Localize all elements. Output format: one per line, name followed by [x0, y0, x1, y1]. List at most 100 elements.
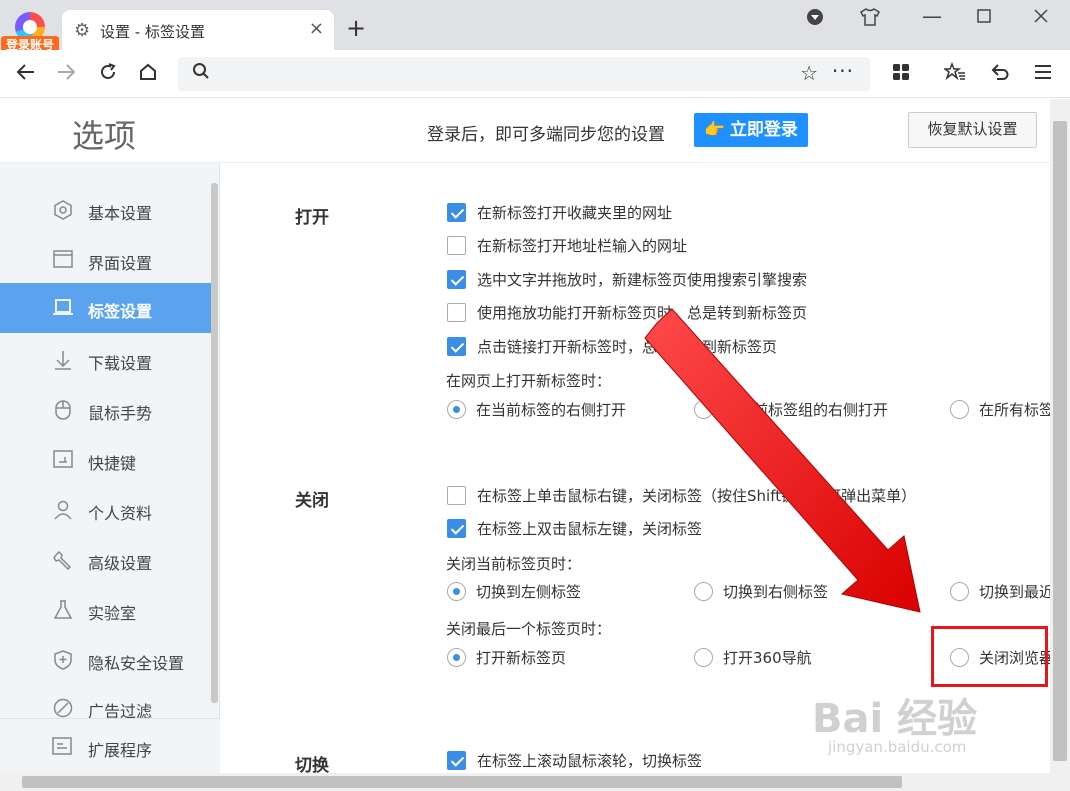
window-close-icon[interactable]: [1033, 8, 1049, 28]
menu-hamburger-icon[interactable]: [1034, 62, 1052, 86]
login-now-button[interactable]: 👉 立即登录: [694, 113, 808, 147]
person-icon: [52, 500, 74, 522]
sidebar-item-label: 快捷键: [88, 454, 137, 473]
more-dots-icon[interactable]: ···: [832, 59, 854, 83]
search-icon: [192, 62, 210, 85]
radio[interactable]: [950, 400, 969, 419]
radio[interactable]: [447, 648, 466, 667]
checkbox[interactable]: [447, 203, 466, 222]
extension-icon: [52, 737, 72, 760]
checkbox-label: 选中文字并拖放时，新建标签页使用搜索引擎搜索: [477, 271, 808, 289]
page-vertical-scrollbar[interactable]: [1050, 99, 1070, 773]
checkbox[interactable]: [447, 236, 466, 255]
checkbox[interactable]: [447, 337, 466, 356]
home-icon[interactable]: [138, 62, 158, 87]
sidebar-item-label: 扩展程序: [88, 741, 153, 760]
checkbox[interactable]: [447, 270, 466, 289]
address-bar[interactable]: ☆ ···: [178, 57, 870, 91]
radio-label: 切换到右侧标签: [723, 583, 829, 601]
sidebar-item-label: 下载设置: [88, 354, 153, 373]
checkbox[interactable]: [447, 486, 466, 505]
refresh-icon[interactable]: [98, 62, 118, 87]
sidebar-item-advanced[interactable]: 高级设置: [0, 535, 212, 585]
radio-label: 在当前标签组的右侧打开: [723, 401, 889, 419]
checkbox-label: 使用拖放功能打开新标签页时，总是转到新标签页: [477, 304, 808, 322]
title-bar: 登录账号 ⚙ 设置 - 标签设置 × + —: [0, 0, 1070, 54]
tab-title: 设置 - 标签设置: [100, 23, 205, 41]
hexagon-gear-icon: [52, 200, 74, 222]
section-title-close: 关闭: [295, 491, 329, 511]
close-last-tab-label: 关闭最后一个标签页时：: [446, 620, 612, 638]
sidebar-item-label: 个人资料: [88, 504, 153, 523]
window-icon: [52, 250, 74, 272]
page-title: 选项: [72, 117, 137, 155]
forward-arrow-icon[interactable]: [56, 62, 76, 87]
favorites-list-icon[interactable]: [942, 61, 966, 87]
radio-label: 切换到左侧标签: [476, 583, 582, 601]
page-horizontal-scrollbar[interactable]: [0, 773, 1070, 791]
sidebar-item-privacy[interactable]: 隐私安全设置: [0, 635, 212, 685]
sidebar-item-basic[interactable]: 基本设置: [0, 185, 212, 235]
bookmark-star-icon[interactable]: ☆: [800, 61, 818, 85]
close-current-tab-label: 关闭当前标签页时：: [446, 555, 582, 573]
sidebar-item-label: 隐私安全设置: [88, 654, 185, 673]
sidebar-scrollbar[interactable]: [211, 183, 218, 703]
settings-sidebar: 基本设置 界面设置 标签设置 下载设置 鼠标手势 快捷键 个人资料 高级设置 实…: [0, 163, 220, 773]
sidebar-item-tabs[interactable]: 标签设置: [0, 283, 212, 333]
wrench-icon: [52, 550, 74, 572]
sidebar-item-label: 实验室: [88, 604, 137, 623]
sidebar-item-label: 基本设置: [88, 204, 153, 223]
checkbox-label: 在新标签打开地址栏输入的网址: [477, 237, 688, 255]
checkbox[interactable]: [447, 519, 466, 538]
sidebar-item-mouse-gesture[interactable]: 鼠标手势: [0, 385, 212, 435]
back-arrow-icon[interactable]: [16, 62, 36, 87]
mouse-icon: [52, 400, 74, 422]
radio-label: 打开360导航: [723, 649, 812, 667]
maximize-icon[interactable]: [977, 8, 991, 27]
radio[interactable]: [694, 582, 713, 601]
reset-defaults-button[interactable]: 恢复默认设置: [908, 112, 1037, 148]
keyboard-icon: [52, 450, 74, 472]
sidebar-item-interface[interactable]: 界面设置: [0, 235, 212, 285]
sidebar-item-lab[interactable]: 实验室: [0, 585, 212, 635]
checkbox-label: 在标签上滚动鼠标滚轮，切换标签: [477, 752, 703, 770]
skin-shirt-icon[interactable]: [860, 8, 880, 30]
new-tab-position-label: 在网页上打开新标签时：: [446, 372, 612, 390]
sidebar-item-label: 界面设置: [88, 254, 153, 273]
flask-icon: [52, 600, 74, 622]
tab-settings-content: 打开 在新标签打开收藏夹里的网址 在新标签打开地址栏输入的网址 选中文字并拖放时…: [221, 163, 1050, 773]
section-title-switch: 切换: [295, 756, 329, 773]
dropdown-circle-icon[interactable]: [806, 8, 824, 30]
radio[interactable]: [694, 400, 713, 419]
new-tab-button[interactable]: +: [346, 14, 366, 42]
radio[interactable]: [447, 400, 466, 419]
checkbox-label: 点击链接打开新标签时，总是切换到新标签页: [477, 338, 778, 356]
radio[interactable]: [950, 582, 969, 601]
tab-close-icon[interactable]: ×: [309, 18, 324, 39]
radio[interactable]: [694, 648, 713, 667]
section-title-open: 打开: [295, 208, 329, 228]
scrollbar-thumb[interactable]: [1053, 121, 1067, 761]
checkbox[interactable]: [447, 751, 466, 770]
sidebar-item-profile[interactable]: 个人资料: [0, 485, 212, 535]
checkbox-label: 在标签上双击鼠标左键，关闭标签: [477, 520, 703, 538]
apps-grid-icon[interactable]: [892, 62, 910, 86]
undo-icon[interactable]: [990, 62, 1010, 87]
sidebar-item-label: 高级设置: [88, 554, 153, 573]
radio-label: 在所有标签: [979, 401, 1050, 419]
sidebar-item-download[interactable]: 下载设置: [0, 335, 212, 385]
minimize-icon[interactable]: —: [922, 4, 942, 28]
radio-label: 在当前标签的右侧打开: [476, 401, 627, 419]
tab-icon: [52, 298, 74, 320]
sidebar-item-label: 标签设置: [88, 302, 153, 321]
sidebar-item-extensions[interactable]: 扩展程序: [0, 718, 220, 773]
sidebar-item-label: 鼠标手势: [88, 404, 153, 423]
shield-plus-icon: [52, 650, 74, 672]
account-button[interactable]: 登录账号: [0, 8, 60, 54]
sidebar-item-shortcuts[interactable]: 快捷键: [0, 435, 212, 485]
checkbox[interactable]: [447, 303, 466, 322]
scrollbar-thumb[interactable]: [22, 776, 902, 788]
radio[interactable]: [950, 648, 969, 667]
tab-settings[interactable]: ⚙ 设置 - 标签设置 ×: [62, 10, 334, 50]
radio[interactable]: [447, 582, 466, 601]
